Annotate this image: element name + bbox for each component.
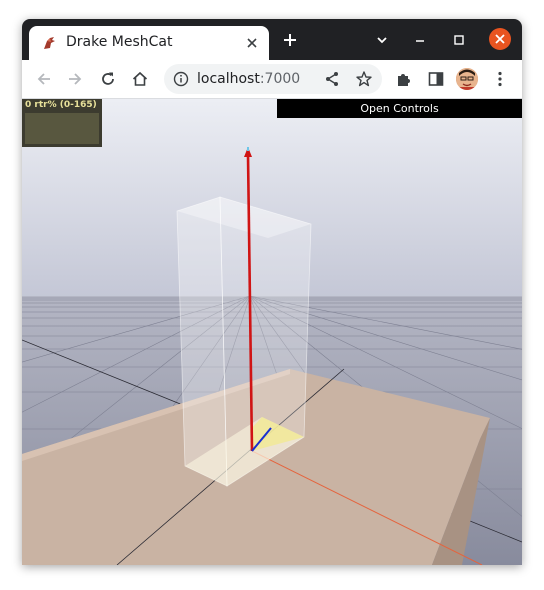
- stats-graph: [25, 113, 99, 144]
- url-text[interactable]: localhost:7000: [197, 71, 300, 87]
- tab-strip: Drake MeshCat: [22, 19, 522, 60]
- meshcat-viewport[interactable]: 0 rtr% (0-165) Open Controls: [22, 99, 522, 565]
- window-close-button[interactable]: [489, 28, 511, 50]
- close-icon: [495, 34, 505, 44]
- side-panel-icon[interactable]: [426, 69, 446, 89]
- tab-drake-meshcat[interactable]: Drake MeshCat: [29, 26, 269, 60]
- info-icon[interactable]: [173, 71, 189, 87]
- stats-label: 0 rtr% (0-165): [25, 100, 97, 110]
- scene-canvas[interactable]: [22, 99, 522, 565]
- more-vertical-icon[interactable]: [490, 69, 510, 89]
- stats-panel[interactable]: 0 rtr% (0-165): [22, 99, 102, 147]
- chevron-down-icon[interactable]: [373, 31, 391, 49]
- maximize-icon[interactable]: [450, 31, 468, 49]
- home-icon[interactable]: [130, 69, 150, 89]
- open-controls-button[interactable]: Open Controls: [277, 99, 522, 118]
- extensions-puzzle-icon[interactable]: [394, 69, 414, 89]
- close-icon[interactable]: [243, 34, 261, 52]
- share-icon[interactable]: [322, 69, 342, 89]
- reload-icon[interactable]: [98, 69, 118, 89]
- address-bar[interactable]: localhost:7000: [164, 64, 382, 94]
- profile-avatar[interactable]: [456, 68, 478, 90]
- new-tab-icon[interactable]: [281, 31, 299, 49]
- forward-arrow-icon[interactable]: [65, 69, 85, 89]
- browser-window: Drake MeshCat localhost:7000 0 rtr% (0-1…: [22, 19, 522, 565]
- avatar-face-icon: [456, 68, 478, 90]
- bookmark-star-icon[interactable]: [354, 69, 374, 89]
- tab-title: Drake MeshCat: [66, 34, 173, 50]
- minimize-icon[interactable]: [411, 31, 429, 49]
- transparent-box: [176, 196, 312, 487]
- drake-logo-icon: [44, 37, 55, 49]
- back-arrow-icon[interactable]: [34, 69, 54, 89]
- browser-toolbar: localhost:7000: [22, 60, 522, 99]
